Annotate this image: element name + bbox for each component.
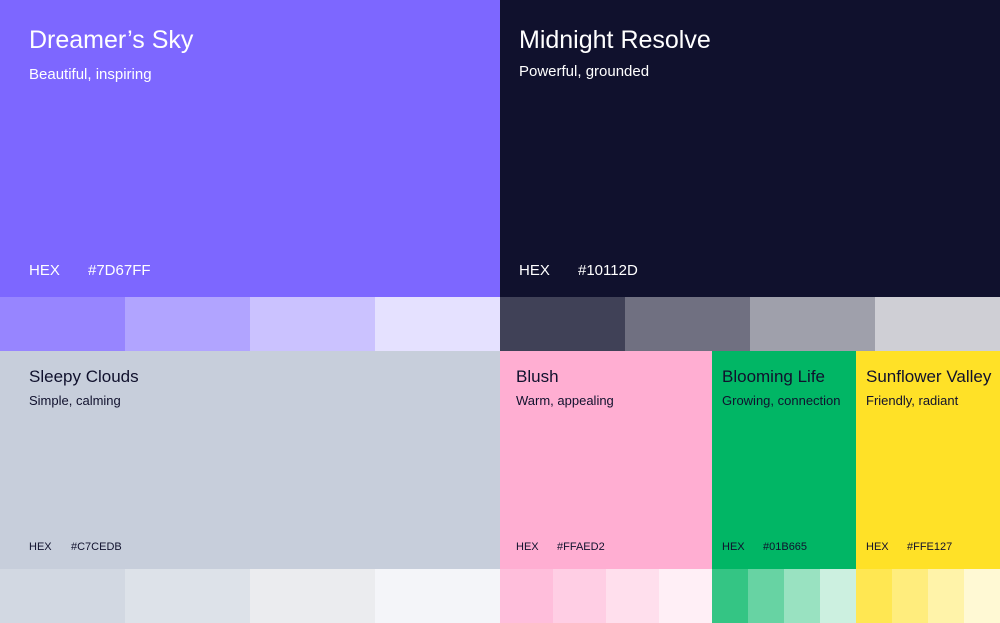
tint-swatch-1[interactable] bbox=[0, 569, 125, 623]
hex-value: #FFE127 bbox=[907, 541, 953, 553]
hex-value: #10112D bbox=[578, 262, 638, 279]
tint-strip-blush bbox=[500, 569, 712, 623]
swatch-sleepy-clouds[interactable]: Sleepy Clouds Simple, calming HEX #C7CED… bbox=[0, 351, 500, 569]
tint-swatch-1[interactable] bbox=[0, 297, 125, 351]
hex-label: HEX bbox=[722, 541, 745, 553]
swatch-midnight-resolve[interactable]: Midnight Resolve Powerful, grounded HEX … bbox=[500, 0, 1000, 297]
hex-label: HEX bbox=[29, 541, 52, 553]
tint-swatch-2[interactable] bbox=[625, 297, 750, 351]
tint-swatch-1[interactable] bbox=[500, 297, 625, 351]
tint-swatch-3[interactable] bbox=[250, 297, 375, 351]
swatch-blooming-life[interactable]: Blooming Life Growing, connection HEX #0… bbox=[712, 351, 856, 569]
hex-value: #01B665 bbox=[763, 541, 808, 553]
tint-swatch-4[interactable] bbox=[964, 569, 1000, 623]
tint-swatch-2[interactable] bbox=[125, 297, 250, 351]
swatch-description: Powerful, grounded bbox=[519, 63, 650, 80]
tint-swatch-4[interactable] bbox=[820, 569, 856, 623]
tint-swatch-4[interactable] bbox=[375, 569, 500, 623]
tint-swatch-2[interactable] bbox=[748, 569, 784, 623]
swatch-name: Midnight Resolve bbox=[519, 26, 711, 54]
hex-label: HEX bbox=[516, 541, 539, 553]
swatch-name: Sunflower Valley bbox=[866, 367, 992, 386]
hex-value: #C7CEDB bbox=[71, 541, 122, 553]
tint-strip-sleepy-clouds bbox=[0, 569, 500, 623]
tint-strip-blooming-life bbox=[712, 569, 856, 623]
swatch-description: Friendly, radiant bbox=[866, 393, 959, 408]
tint-swatch-3[interactable] bbox=[250, 569, 375, 623]
tint-swatch-1[interactable] bbox=[856, 569, 892, 623]
swatch-dreamers-sky[interactable]: Dreamer’s Sky Beautiful, inspiring HEX #… bbox=[0, 0, 500, 297]
hex-value: #FFAED2 bbox=[557, 541, 605, 553]
tint-swatch-1[interactable] bbox=[500, 569, 553, 623]
swatch-description: Beautiful, inspiring bbox=[29, 66, 152, 83]
tint-swatch-4[interactable] bbox=[659, 569, 712, 623]
swatch-name: Dreamer’s Sky bbox=[29, 26, 194, 54]
tint-swatch-4[interactable] bbox=[375, 297, 500, 351]
swatch-description: Growing, connection bbox=[722, 393, 841, 408]
swatch-description: Simple, calming bbox=[29, 393, 121, 408]
swatch-blush[interactable]: Blush Warm, appealing HEX #FFAED2 bbox=[500, 351, 712, 569]
tint-swatch-4[interactable] bbox=[875, 297, 1000, 351]
tint-swatch-3[interactable] bbox=[928, 569, 964, 623]
hex-label: HEX bbox=[519, 262, 550, 279]
hex-label: HEX bbox=[866, 541, 889, 553]
swatch-sunflower-valley[interactable]: Sunflower Valley Friendly, radiant HEX #… bbox=[856, 351, 1000, 569]
swatch-description: Warm, appealing bbox=[516, 393, 614, 408]
tint-strip-midnight-resolve bbox=[500, 297, 1000, 351]
swatch-name: Sleepy Clouds bbox=[29, 367, 139, 386]
tint-swatch-2[interactable] bbox=[892, 569, 928, 623]
tint-swatch-2[interactable] bbox=[125, 569, 250, 623]
hex-label: HEX bbox=[29, 262, 60, 279]
tint-swatch-3[interactable] bbox=[784, 569, 820, 623]
tint-swatch-3[interactable] bbox=[750, 297, 875, 351]
tint-strip-dreamers-sky bbox=[0, 297, 500, 351]
tint-strip-sunflower-valley bbox=[856, 569, 1000, 623]
swatch-name: Blooming Life bbox=[722, 367, 826, 386]
hex-value: #7D67FF bbox=[88, 262, 151, 279]
swatch-name: Blush bbox=[516, 367, 559, 386]
tint-swatch-2[interactable] bbox=[553, 569, 606, 623]
tint-swatch-3[interactable] bbox=[606, 569, 659, 623]
tint-swatch-1[interactable] bbox=[712, 569, 748, 623]
